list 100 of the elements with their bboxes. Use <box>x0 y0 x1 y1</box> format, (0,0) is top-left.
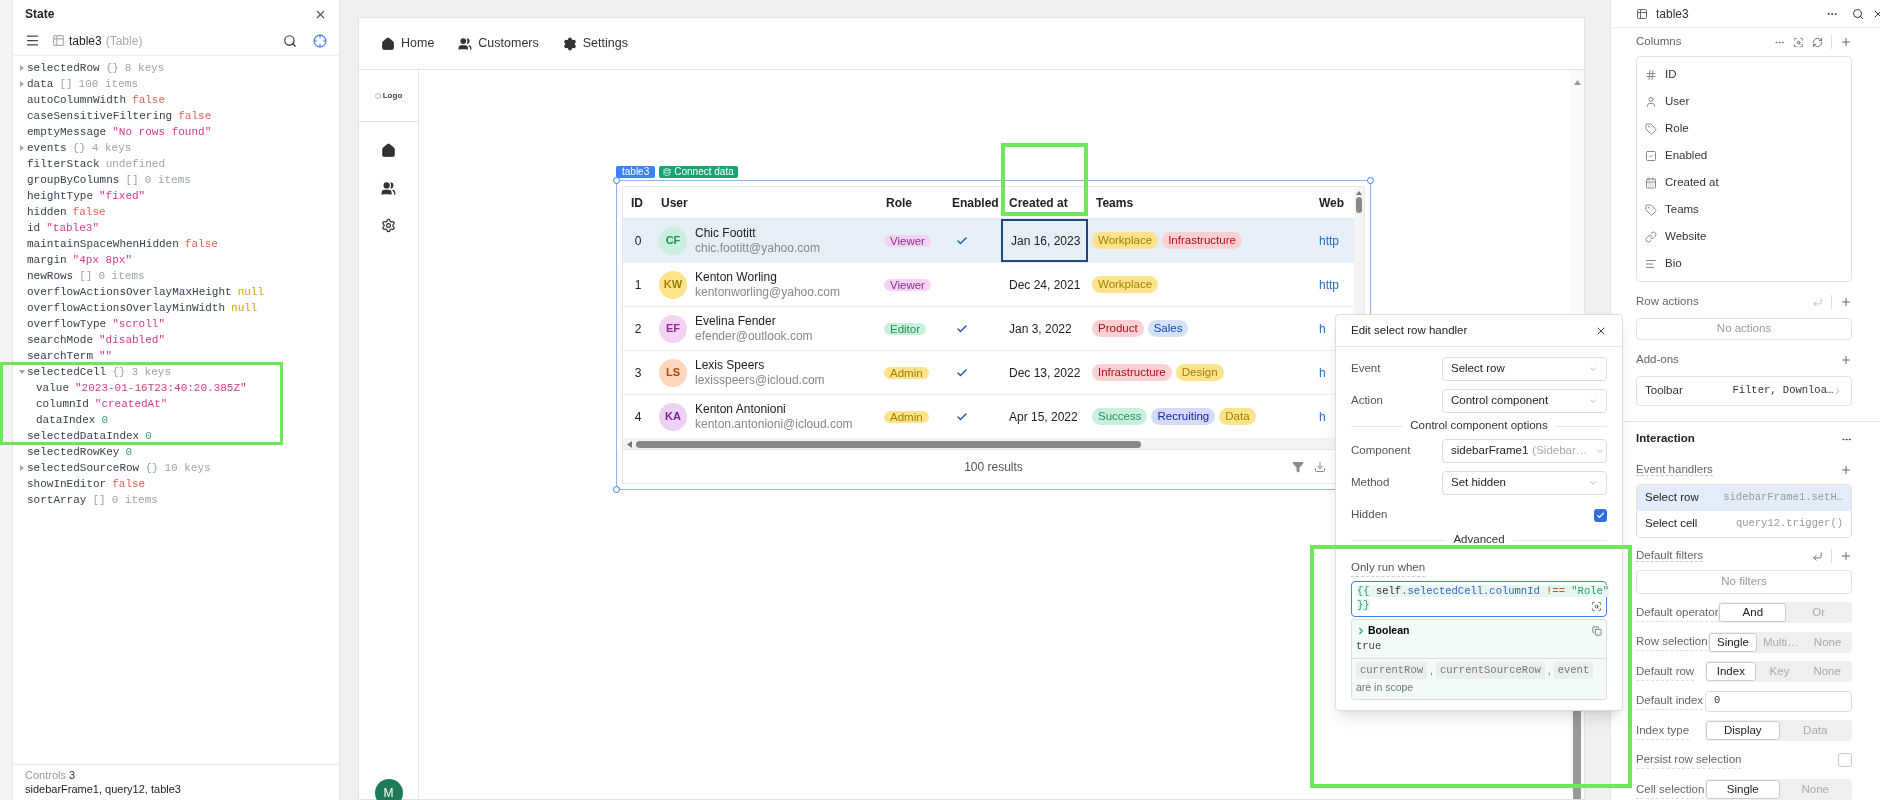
tag: Workplace <box>1092 276 1159 293</box>
tag: Infrastructure <box>1162 232 1242 249</box>
setting-label: Row selection <box>1636 633 1708 652</box>
state-key: selectedRowKey <box>27 443 120 461</box>
state-key: dataIndex <box>36 411 96 429</box>
state-key: data <box>27 75 54 93</box>
section-title: Add-ons <box>1636 352 1680 368</box>
state-key: searchTerm <box>27 347 93 365</box>
panel-title: State <box>25 6 55 23</box>
tag: Success <box>1092 408 1148 425</box>
state-meta: 100 items <box>78 76 139 92</box>
state-value: "" <box>99 348 113 364</box>
scope-chip: currentSourceRow <box>1435 661 1545 679</box>
state-key: overflowActionsOverlayMaxHeight <box>27 283 232 301</box>
state-value: {} <box>112 364 126 380</box>
state-value: null <box>237 284 265 300</box>
table-cell-text: 2 <box>633 320 643 338</box>
state-key: events <box>27 139 67 157</box>
setting-label: Default row <box>1636 662 1695 681</box>
state-value: 0 <box>125 444 133 460</box>
tag: Product <box>1092 320 1144 337</box>
section-title: Columns <box>1636 34 1683 50</box>
tag: Workplace <box>1092 232 1159 249</box>
section-title: Interaction <box>1636 431 1696 447</box>
state-key: showInEditor <box>27 475 107 493</box>
scope-chip: currentRow <box>1356 661 1427 679</box>
state-value: "2023-01-16T23:40:20.385Z" <box>75 380 247 396</box>
state-key: searchMode <box>27 331 93 349</box>
setting-label: Cell selection <box>1636 780 1705 799</box>
state-value: [] <box>125 172 139 188</box>
user-email: chic.footitt@yahoo.com <box>695 240 820 256</box>
user-name: Lexis Speers <box>695 357 766 373</box>
state-key: filterStack <box>27 155 100 173</box>
state-value: {} <box>145 460 159 476</box>
tag: Editor <box>884 322 927 335</box>
user-name: Kenton Worling <box>695 269 778 285</box>
tag: Viewer <box>884 278 931 291</box>
state-value: false <box>112 476 146 492</box>
state-key: caseSensitiveFiltering <box>27 107 173 125</box>
state-value: "createdAt" <box>94 396 168 412</box>
user-email: lexisspeers@icloud.com <box>695 372 825 388</box>
state-meta: 0 items <box>144 172 191 188</box>
state-key: groupByColumns <box>27 171 120 189</box>
avatar: KW <box>659 270 687 299</box>
state-value: false <box>178 108 212 124</box>
state-key: columnId <box>36 395 89 413</box>
avatar: KA <box>659 402 687 431</box>
avatar: CF <box>659 226 687 255</box>
state-key: value <box>36 379 69 397</box>
avatar: EF <box>659 314 687 343</box>
state-value: false <box>72 204 106 220</box>
inspector-title: table3 <box>1656 5 1689 23</box>
separator: , <box>1547 662 1551 678</box>
state-key: maintainSpaceWhenHidden <box>27 235 179 253</box>
setting-label: Default index <box>1636 692 1704 711</box>
empty-state: No actions <box>1636 318 1852 340</box>
state-meta: 0 items <box>111 492 158 508</box>
state-meta: 8 keys <box>124 60 165 76</box>
dialog-title: Edit select row handler <box>1351 322 1468 338</box>
state-key: autoColumnWidth <box>27 91 127 109</box>
state-value: "fixed" <box>99 188 146 204</box>
state-key: sortArray <box>27 491 87 509</box>
component-name: table3 <box>69 32 102 50</box>
field-label: Method <box>1351 475 1391 491</box>
scope-note: are in scope <box>1356 679 1415 695</box>
field-label: Only run when <box>1351 559 1426 578</box>
state-key: emptyMessage <box>27 123 107 141</box>
state-meta: 0 items <box>98 268 145 284</box>
setting-label: Persist row selection <box>1636 751 1742 770</box>
state-value: "No rows found" <box>112 124 212 140</box>
state-value: [] <box>79 268 93 284</box>
user-name: Kenton Antonioni <box>695 401 787 417</box>
controls-list: sidebarFrame1, query12, table3 <box>25 782 327 796</box>
state-value: [] <box>59 76 73 92</box>
user-email: kenton.antonioni@icloud.com <box>695 416 853 432</box>
section-title: Row actions <box>1636 294 1700 310</box>
component-type: (Table) <box>105 32 143 50</box>
state-value: [] <box>92 492 106 508</box>
section-title: Control component options <box>1410 418 1548 434</box>
state-key: selectedCell <box>27 363 107 381</box>
user-email: kentonworling@yahoo.com <box>695 284 840 300</box>
state-key: overflowType <box>27 315 107 333</box>
table-cell-text: 4 <box>633 408 643 426</box>
state-key: margin <box>27 251 67 269</box>
state-key: hidden <box>27 203 67 221</box>
field-label: Component <box>1351 443 1412 459</box>
state-value: {} <box>105 60 119 76</box>
state-meta: 10 keys <box>164 460 211 476</box>
tag: Viewer <box>884 234 931 247</box>
controls-label: Controls <box>25 769 66 781</box>
separator: , <box>1430 662 1433 678</box>
tag: Data <box>1219 408 1256 425</box>
tag: Admin <box>884 410 929 423</box>
user-name: Evelina Fender <box>695 313 777 329</box>
user-email: efender@outlook.com <box>695 328 813 344</box>
result-type: Boolean <box>1368 623 1410 639</box>
table-cell-text: 0 <box>633 232 643 250</box>
section-title: Event handlers <box>1636 462 1714 479</box>
state-key: selectedSourceRow <box>27 459 140 477</box>
logo-text: Logo <box>382 89 403 102</box>
